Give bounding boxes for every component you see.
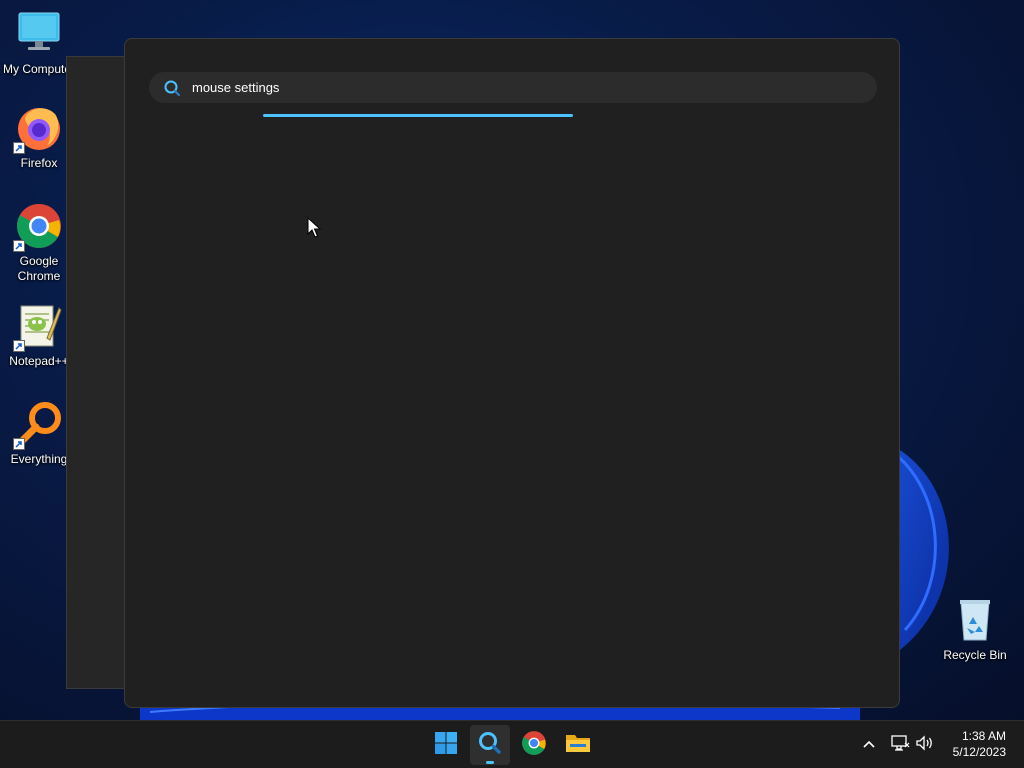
active-indicator	[486, 761, 494, 764]
shortcut-arrow-icon	[13, 340, 25, 352]
search-input[interactable]: mouse settings	[149, 72, 877, 103]
mouse-cursor-icon	[307, 216, 322, 244]
volume-button[interactable]	[913, 733, 937, 757]
desktop-icon-label: Recycle Bin	[943, 648, 1007, 662]
notepadpp-icon	[13, 302, 63, 352]
file-explorer-icon	[564, 731, 592, 760]
search-query-text[interactable]: mouse settings	[192, 80, 279, 95]
clock-date: 5/12/2023	[952, 745, 1006, 759]
recycle-bin-icon	[951, 596, 999, 644]
start-icon	[434, 731, 458, 760]
search-icon	[477, 730, 503, 761]
start-button[interactable]	[426, 725, 466, 765]
search-flyout: mouse settings	[124, 38, 900, 708]
taskbar: 1:38 AM 5/12/2023	[0, 720, 1024, 768]
search-icon	[163, 79, 181, 97]
chrome-icon	[521, 730, 547, 761]
shortcut-arrow-icon	[13, 142, 25, 154]
taskbar-search-button[interactable]	[470, 725, 510, 765]
taskbar-file-explorer-button[interactable]	[558, 725, 598, 765]
chrome-icon	[13, 202, 63, 252]
everything-icon	[13, 400, 63, 450]
clock[interactable]: 1:38 AM 5/12/2023	[953, 728, 1006, 760]
volume-icon	[915, 734, 935, 757]
taskbar-chrome-button[interactable]	[514, 725, 554, 765]
network-button[interactable]	[888, 733, 912, 757]
shortcut-arrow-icon	[13, 240, 25, 252]
show-hidden-icons-button[interactable]	[857, 733, 881, 757]
firefox-icon	[13, 104, 63, 154]
desktop-icon-recycle-bin[interactable]: Recycle Bin	[936, 596, 1014, 663]
shortcut-arrow-icon	[13, 438, 25, 450]
clock-time: 1:38 AM	[961, 729, 1006, 743]
chevron-up-icon	[862, 736, 876, 754]
loading-progress-bar	[263, 114, 573, 117]
network-icon	[890, 734, 910, 757]
monitor-icon	[15, 10, 63, 58]
